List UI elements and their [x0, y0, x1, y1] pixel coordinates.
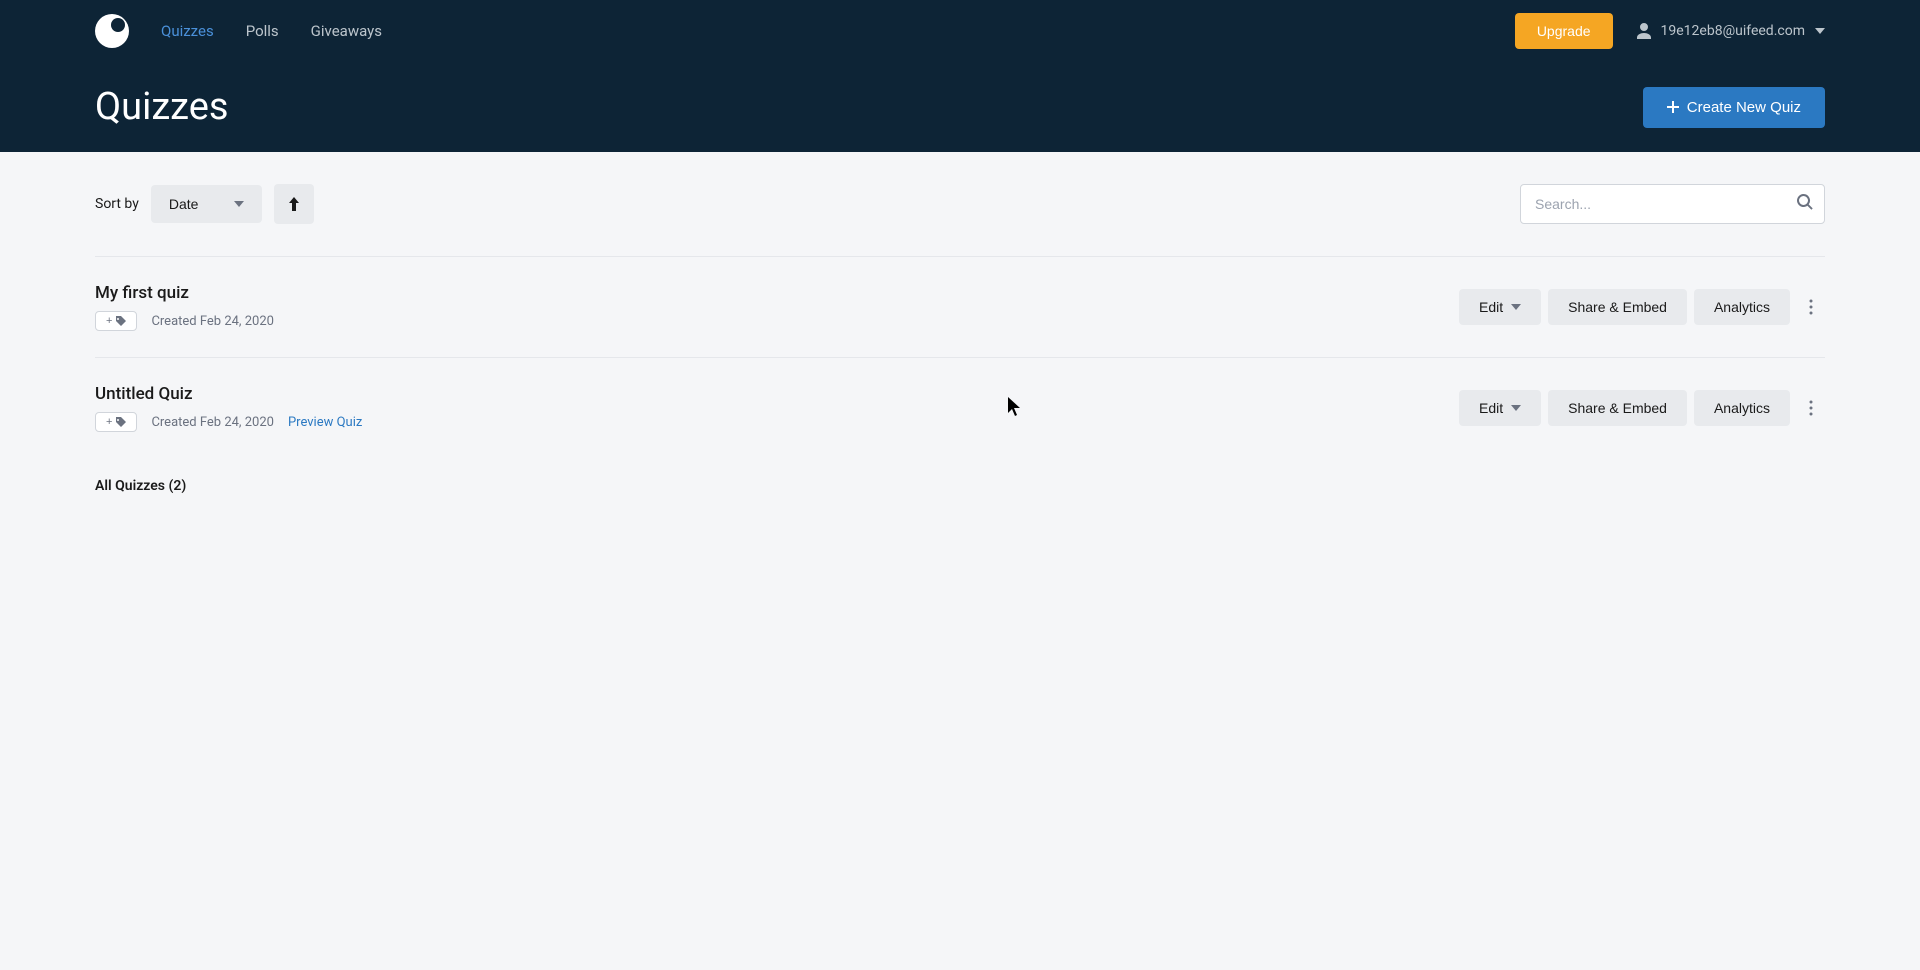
chevron-down-icon — [1815, 28, 1825, 34]
sort-value: Date — [169, 196, 199, 212]
top-nav: Quizzes Polls Giveaways Upgrade 19e12eb8… — [0, 0, 1920, 62]
quiz-title[interactable]: Untitled Quiz — [95, 384, 362, 404]
edit-label: Edit — [1479, 299, 1503, 315]
quiz-row: Untitled Quiz + Created Feb 24, 2020 Pre… — [95, 357, 1825, 458]
quiz-title[interactable]: My first quiz — [95, 283, 274, 303]
more-options-button[interactable] — [1797, 390, 1825, 426]
plus-icon — [1667, 101, 1679, 113]
chevron-down-icon — [234, 201, 244, 207]
edit-label: Edit — [1479, 400, 1503, 416]
user-icon — [1637, 23, 1651, 39]
nav-quizzes[interactable]: Quizzes — [161, 22, 214, 40]
upgrade-button[interactable]: Upgrade — [1515, 13, 1613, 49]
plus-label: + — [106, 315, 112, 327]
created-date: Created Feb 24, 2020 — [151, 415, 274, 430]
share-embed-button[interactable]: Share & Embed — [1548, 390, 1687, 426]
preview-quiz-link[interactable]: Preview Quiz — [288, 415, 362, 430]
add-tag-button[interactable]: + — [95, 311, 137, 331]
search-wrap — [1520, 184, 1825, 224]
content: Sort by Date My first quiz + — [0, 152, 1920, 526]
tag-icon — [116, 316, 126, 326]
quiz-actions: Edit Share & Embed Analytics — [1459, 289, 1825, 325]
quiz-actions: Edit Share & Embed Analytics — [1459, 390, 1825, 426]
add-tag-button[interactable]: + — [95, 412, 137, 432]
more-options-button[interactable] — [1797, 289, 1825, 325]
filter-row: Sort by Date — [95, 184, 1825, 224]
arrow-up-icon — [289, 197, 299, 211]
user-menu[interactable]: 19e12eb8@uifeed.com — [1637, 23, 1825, 39]
quiz-meta: + Created Feb 24, 2020 — [95, 311, 274, 331]
analytics-button[interactable]: Analytics — [1694, 289, 1790, 325]
quiz-row: My first quiz + Created Feb 24, 2020 Edi… — [95, 256, 1825, 357]
more-vertical-icon — [1809, 299, 1813, 315]
search-input[interactable] — [1520, 184, 1825, 224]
sort-by-label: Sort by — [95, 196, 139, 212]
edit-button[interactable]: Edit — [1459, 289, 1541, 325]
nav-giveaways[interactable]: Giveaways — [311, 22, 382, 40]
chevron-down-icon — [1511, 405, 1521, 411]
search-icon[interactable] — [1797, 194, 1813, 214]
create-new-quiz-button[interactable]: Create New Quiz — [1643, 87, 1825, 128]
sort-select[interactable]: Date — [151, 185, 263, 223]
title-row: Quizzes Create New Quiz — [0, 62, 1920, 152]
tag-icon — [116, 417, 126, 427]
edit-button[interactable]: Edit — [1459, 390, 1541, 426]
sort-direction-button[interactable] — [274, 184, 314, 224]
chevron-down-icon — [1511, 304, 1521, 310]
filter-left: Sort by Date — [95, 184, 314, 224]
analytics-button[interactable]: Analytics — [1694, 390, 1790, 426]
created-date: Created Feb 24, 2020 — [151, 314, 274, 329]
logo-icon[interactable] — [95, 14, 129, 48]
more-vertical-icon — [1809, 400, 1813, 416]
user-email: 19e12eb8@uifeed.com — [1661, 23, 1805, 39]
page-title: Quizzes — [95, 85, 229, 129]
quiz-count: All Quizzes (2) — [95, 478, 1825, 494]
quiz-meta: + Created Feb 24, 2020 Preview Quiz — [95, 412, 362, 432]
create-button-label: Create New Quiz — [1687, 99, 1801, 116]
nav-right: Upgrade 19e12eb8@uifeed.com — [1515, 13, 1825, 49]
quiz-info: Untitled Quiz + Created Feb 24, 2020 Pre… — [95, 384, 362, 432]
nav-polls[interactable]: Polls — [246, 22, 279, 40]
quiz-info: My first quiz + Created Feb 24, 2020 — [95, 283, 274, 331]
nav-left: Quizzes Polls Giveaways — [95, 14, 382, 48]
plus-label: + — [106, 416, 112, 428]
nav-links: Quizzes Polls Giveaways — [161, 22, 382, 40]
share-embed-button[interactable]: Share & Embed — [1548, 289, 1687, 325]
